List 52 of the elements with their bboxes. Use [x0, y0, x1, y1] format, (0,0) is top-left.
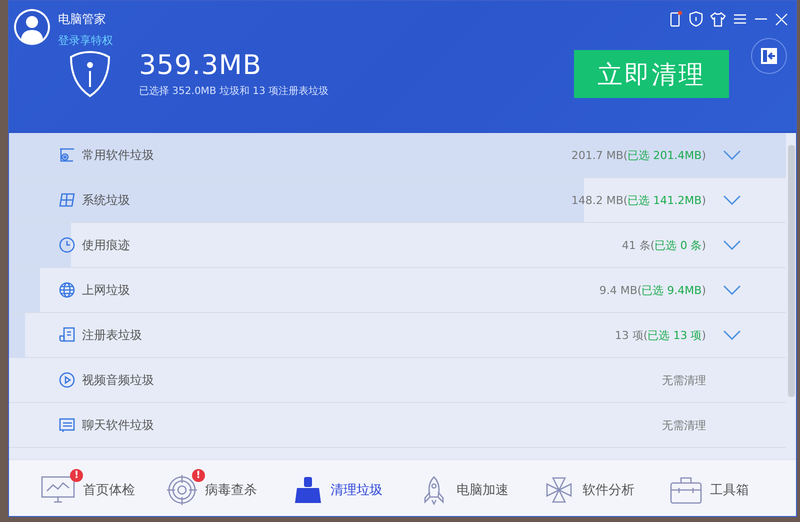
scrollbar[interactable] — [788, 145, 795, 397]
expand-chevron-icon[interactable] — [723, 240, 741, 250]
avatar-silhouette-icon[interactable] — [14, 9, 50, 45]
info-shield-icon — [69, 50, 111, 98]
size-reading: 148.2 MB(已选 141.2MB) — [571, 192, 706, 208]
target-icon — [166, 475, 197, 505]
expand-chevron-icon[interactable] — [723, 330, 741, 340]
category-label: 使用痕迹 — [82, 236, 131, 254]
shirt-icon[interactable] — [710, 12, 726, 26]
expand-chevron-icon[interactable] — [723, 285, 741, 295]
close-icon[interactable] — [775, 12, 788, 26]
category-label: 常用软件垃圾 — [82, 146, 155, 164]
app-title: 电脑管家 — [58, 11, 107, 28]
alert-badge: ! — [70, 469, 83, 482]
size-reading: 201.7 MB(已选 201.4MB) — [571, 148, 706, 162]
play-icon — [59, 372, 75, 388]
login-link[interactable]: 登录享特权 — [58, 33, 113, 48]
size-reading: 9.4 MB(已选 9.4MB) — [599, 282, 706, 298]
category-label: 上网垃圾 — [82, 282, 131, 298]
category-label: 注册表垃圾 — [82, 326, 143, 344]
category-label: 系统垃圾 — [82, 192, 131, 208]
expand-chevron-icon[interactable] — [723, 195, 741, 205]
globe-icon — [59, 282, 75, 298]
size-reading: 41 条(已选 0 条) — [622, 238, 706, 252]
selection-summary: 已选择 352.0MB 垃圾和 13 项注册表垃圾 — [139, 84, 329, 98]
chat-icon — [59, 417, 75, 433]
toolbox-icon — [670, 475, 702, 505]
menu-icon[interactable] — [733, 13, 747, 25]
brush-icon — [292, 475, 323, 505]
window-grid-icon — [59, 192, 75, 208]
category-label: 视频音频垃圾 — [82, 372, 155, 388]
size-reading: 13 项(已选 13 项) — [614, 328, 706, 342]
nav-tab[interactable]: ! 首页体检 — [41, 460, 135, 516]
category-label: 聊天软件垃圾 — [82, 416, 155, 434]
clock-icon — [59, 237, 75, 253]
nav-tab[interactable]: 清理垃圾 — [292, 460, 383, 516]
nav-tab[interactable]: 电脑加速 — [418, 460, 508, 516]
nav-tab[interactable]: 工具箱 — [670, 460, 750, 516]
nav-tab[interactable]: 软件分析 — [544, 460, 634, 516]
shield-icon[interactable] — [689, 11, 703, 27]
nav-tab[interactable]: ! 病毒查杀 — [166, 460, 257, 516]
clover-icon — [544, 475, 574, 505]
size-reading: 无需清理 — [662, 418, 706, 432]
size-reading: 无需清理 — [662, 372, 706, 388]
document-icon — [59, 327, 75, 343]
monitor-icon — [41, 475, 75, 505]
total-size: 359.3MB — [139, 50, 263, 81]
exit-icon — [761, 48, 777, 64]
alert-badge: ! — [192, 469, 205, 482]
phone-icon[interactable] — [670, 11, 682, 27]
exit-button[interactable] — [751, 38, 787, 74]
disc-icon — [59, 147, 75, 163]
